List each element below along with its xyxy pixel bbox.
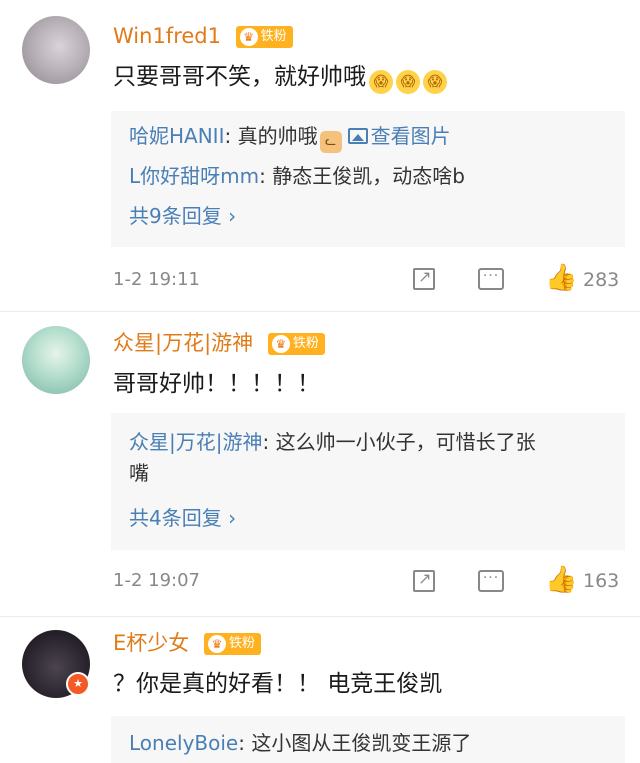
timestamp: 1-2 19:07	[113, 570, 200, 591]
username[interactable]: E杯少女	[113, 631, 189, 655]
reply-box[interactable]: LonelyBoie: 这小图从王俊凯变王源了	[111, 716, 625, 763]
scream-emoji-icon: 😱	[396, 70, 420, 94]
crown-icon: ♛	[207, 635, 226, 653]
reply-text: : 这么帅一小伙子，可惜长了张	[262, 430, 536, 454]
thumbs-up-icon[interactable]: 👍	[545, 265, 577, 291]
more-replies-link[interactable]: 共9条回复 ›	[129, 203, 236, 229]
comment-text: ？你是真的好看！！ 电竞王俊凯	[113, 671, 443, 697]
reply-text-cont: 嘴	[129, 461, 149, 485]
reply-item: 哈妮HANII: 真的帅哦 ᓚ 查看图片	[129, 121, 611, 153]
image-icon	[347, 128, 368, 144]
reply-box[interactable]: 众星|万花|游神: 这么帅一小伙子，可惜长了张嘴 共4条回复 ›	[111, 413, 625, 550]
reply-box[interactable]: 哈妮HANII: 真的帅哦 ᓚ 查看图片 L你好甜呀mm: 静态王俊凯，动态啥b 共…	[111, 111, 625, 247]
thumbs-up-icon[interactable]: 👍	[545, 567, 577, 593]
divider	[0, 616, 640, 617]
like-count: 163	[583, 570, 620, 592]
reply-username[interactable]: 哈妮HANII	[129, 124, 224, 148]
scream-emoji-icon: 😱	[369, 70, 393, 94]
cat-face-emoji-icon: ᓚ	[319, 131, 342, 153]
comment-icon[interactable]: ···	[478, 268, 504, 290]
comment-text: 哥哥好帅！！！！！	[113, 371, 320, 397]
username[interactable]: 众星|万花|游神	[113, 331, 253, 355]
more-replies-link[interactable]: 共4条回复 ›	[129, 505, 236, 531]
reply-item: LonelyBoie: 这小图从王俊凯变王源了	[129, 728, 611, 759]
verified-badge-icon: ★	[66, 672, 90, 696]
reply-username[interactable]: LonelyBoie	[129, 731, 238, 755]
scream-emoji-icon: 😱	[423, 70, 447, 94]
divider	[0, 311, 640, 312]
avatar[interactable]	[22, 16, 90, 84]
fan-badge: ♛ 铁粉	[267, 333, 325, 355]
share-icon[interactable]	[413, 569, 435, 592]
share-icon[interactable]	[413, 267, 435, 290]
comment-text: 只要哥哥不笑，就好帅哦	[113, 64, 366, 90]
timestamp: 1-2 19:11	[113, 269, 200, 290]
view-image-link[interactable]: 查看图片	[371, 124, 451, 148]
fan-badge: ♛ 铁粉	[203, 633, 261, 655]
reply-text: : 这小图从王俊凯变王源了	[238, 731, 472, 755]
comment-icon[interactable]: ···	[478, 570, 504, 592]
fan-badge: ♛ 铁粉	[235, 26, 293, 48]
reply-username[interactable]: L你好甜呀mm	[129, 164, 259, 188]
username[interactable]: Win1fred1	[113, 24, 221, 48]
reply-item: 众星|万花|游神: 这么帅一小伙子，可惜长了张嘴	[129, 427, 611, 489]
reply-text: : 真的帅哦	[224, 124, 318, 148]
like-count: 283	[583, 269, 620, 291]
reply-username[interactable]: 众星|万花|游神	[129, 430, 262, 454]
reply-text: : 静态王俊凯，动态啥b	[259, 164, 465, 188]
reply-item: L你好甜呀mm: 静态王俊凯，动态啥b	[129, 161, 611, 192]
crown-icon: ♛	[239, 28, 258, 46]
avatar[interactable]	[22, 326, 90, 394]
crown-icon: ♛	[271, 335, 290, 353]
